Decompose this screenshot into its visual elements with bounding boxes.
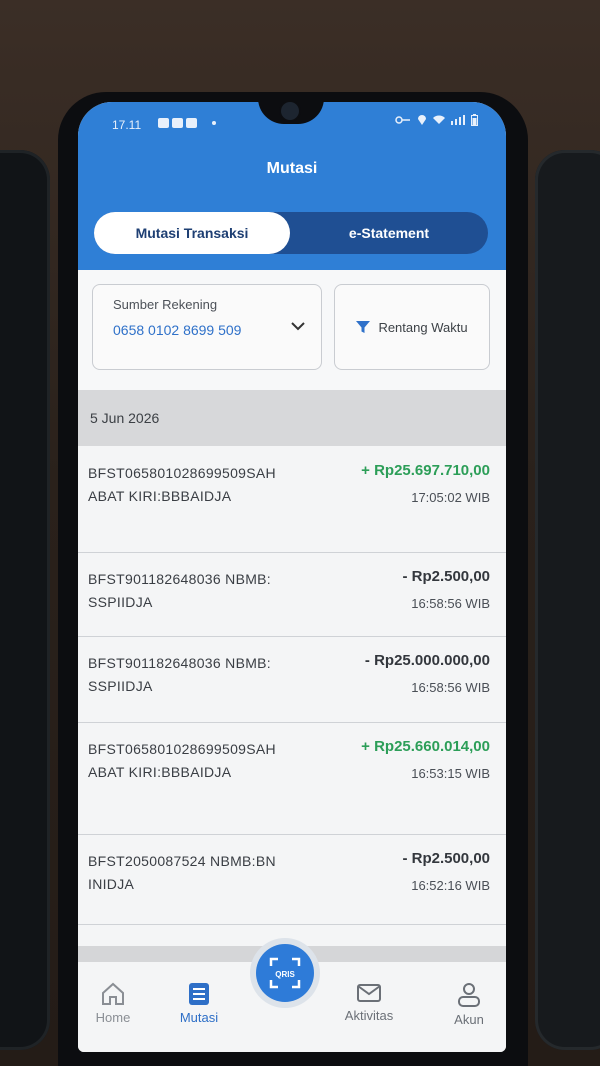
nav-mutasi-label: Mutasi — [179, 1010, 219, 1025]
qris-text: QRIS — [275, 970, 295, 979]
transaction-time: 17:05:02 WIB — [411, 490, 490, 505]
date-range-label: Rentang Waktu — [378, 319, 468, 335]
chevron-down-icon — [291, 322, 305, 331]
nav-home-label: Home — [95, 1010, 131, 1025]
date-group-header: 5 Jun 2026 — [78, 390, 506, 446]
home-icon — [102, 982, 124, 1005]
qris-button-ring: QRIS — [250, 938, 320, 1008]
nav-aktivitas[interactable]: Aktivitas — [334, 982, 404, 1023]
transaction-amount: + Rp25.660.014,00 — [361, 738, 490, 755]
notification-icon — [172, 118, 183, 128]
tab-mutasi-transaksi[interactable]: Mutasi Transaksi — [94, 212, 290, 254]
nav-aktivitas-label: Aktivitas — [344, 1008, 394, 1023]
key-icon — [395, 116, 410, 124]
tab-switcher: Mutasi Transaksi e-Statement — [94, 212, 488, 254]
user-icon — [458, 983, 480, 1007]
transaction-amount: + Rp25.697.710,00 — [361, 462, 490, 479]
transaction-description: BFST901182648036 NBMB:SSPIIDJA — [88, 655, 272, 694]
transaction-time: 16:58:56 WIB — [411, 680, 490, 695]
transaction-row[interactable]: BFST2050087524 NBMB:BNINIDJA - Rp2.500,0… — [78, 834, 506, 925]
transaction-amount: - Rp25.000.000,00 — [364, 652, 490, 669]
transaction-description: BFST065801028699509SAHABAT KIRI:BBBAIDJA — [88, 741, 276, 780]
source-account-label: Sumber Rekening — [113, 297, 218, 312]
adjacent-phone-right — [535, 150, 600, 1050]
transaction-list: BFST065801028699509SAHABAT KIRI:BBBAIDJA… — [78, 446, 506, 946]
transaction-row[interactable]: BFST901182648036 NBMB:SSPIIDJA - Rp2.500… — [78, 552, 506, 637]
signal-icon — [451, 115, 465, 125]
nav-mutasi[interactable]: Mutasi — [164, 982, 234, 1025]
adjacent-phone-left — [0, 150, 50, 1050]
transaction-description: BFST2050087524 NBMB:BNINIDJA — [88, 853, 276, 892]
list-document-icon — [189, 983, 209, 1005]
filter-area: Sumber Rekening 0658 0102 8699 509 Renta… — [78, 270, 506, 390]
qr-scan-icon: QRIS — [269, 957, 301, 989]
filter-icon — [356, 321, 371, 333]
source-account-number: 0658 0102 8699 509 — [113, 322, 242, 338]
location-icon — [418, 115, 426, 125]
front-camera — [281, 102, 299, 120]
transaction-time: 16:52:16 WIB — [411, 878, 490, 893]
nav-akun-label: Akun — [454, 1012, 484, 1027]
transaction-description: BFST901182648036 NBMB:SSPIIDJA — [88, 571, 272, 610]
page-title: Mutasi — [266, 160, 318, 177]
nav-home[interactable]: Home — [78, 982, 148, 1025]
date-range-filter-button[interactable]: Rentang Waktu — [334, 284, 490, 370]
tab-e-statement[interactable]: e-Statement — [290, 212, 488, 254]
date-header-text: 5 Jun 2026 — [90, 410, 160, 426]
wifi-icon — [433, 115, 445, 124]
app-header: 17.11 Mutasi Mutasi Transaksi e-Statemen… — [78, 102, 506, 270]
transaction-time: 16:53:15 WIB — [411, 766, 490, 781]
transaction-row[interactable]: BFST065801028699509SAHABAT KIRI:BBBAIDJA… — [78, 446, 506, 553]
more-notifications-icon — [212, 121, 216, 125]
notification-icon — [186, 118, 197, 128]
transaction-row[interactable]: BFST065801028699509SAHABAT KIRI:BBBAIDJA… — [78, 722, 506, 835]
status-time: 17.11 — [112, 118, 142, 132]
transaction-row[interactable]: BFST901182648036 NBMB:SSPIIDJA - Rp25.00… — [78, 636, 506, 723]
nav-akun[interactable]: Akun — [434, 982, 504, 1027]
notification-icons — [158, 118, 216, 128]
system-status-icons — [395, 114, 478, 126]
notification-icon — [158, 118, 169, 128]
qris-scan-button[interactable]: QRIS — [256, 944, 314, 1002]
source-account-dropdown[interactable]: Sumber Rekening 0658 0102 8699 509 — [92, 284, 322, 370]
transaction-amount: - Rp2.500,00 — [402, 568, 490, 585]
mail-icon — [357, 984, 381, 1002]
transaction-time: 16:58:56 WIB — [411, 596, 490, 611]
transaction-description: BFST065801028699509SAHABAT KIRI:BBBAIDJA — [88, 465, 276, 504]
battery-icon — [471, 114, 478, 126]
transaction-amount: - Rp2.500,00 — [402, 850, 490, 867]
phone-screen: 17.11 Mutasi Mutasi Transaksi e-Statemen… — [78, 102, 506, 1052]
